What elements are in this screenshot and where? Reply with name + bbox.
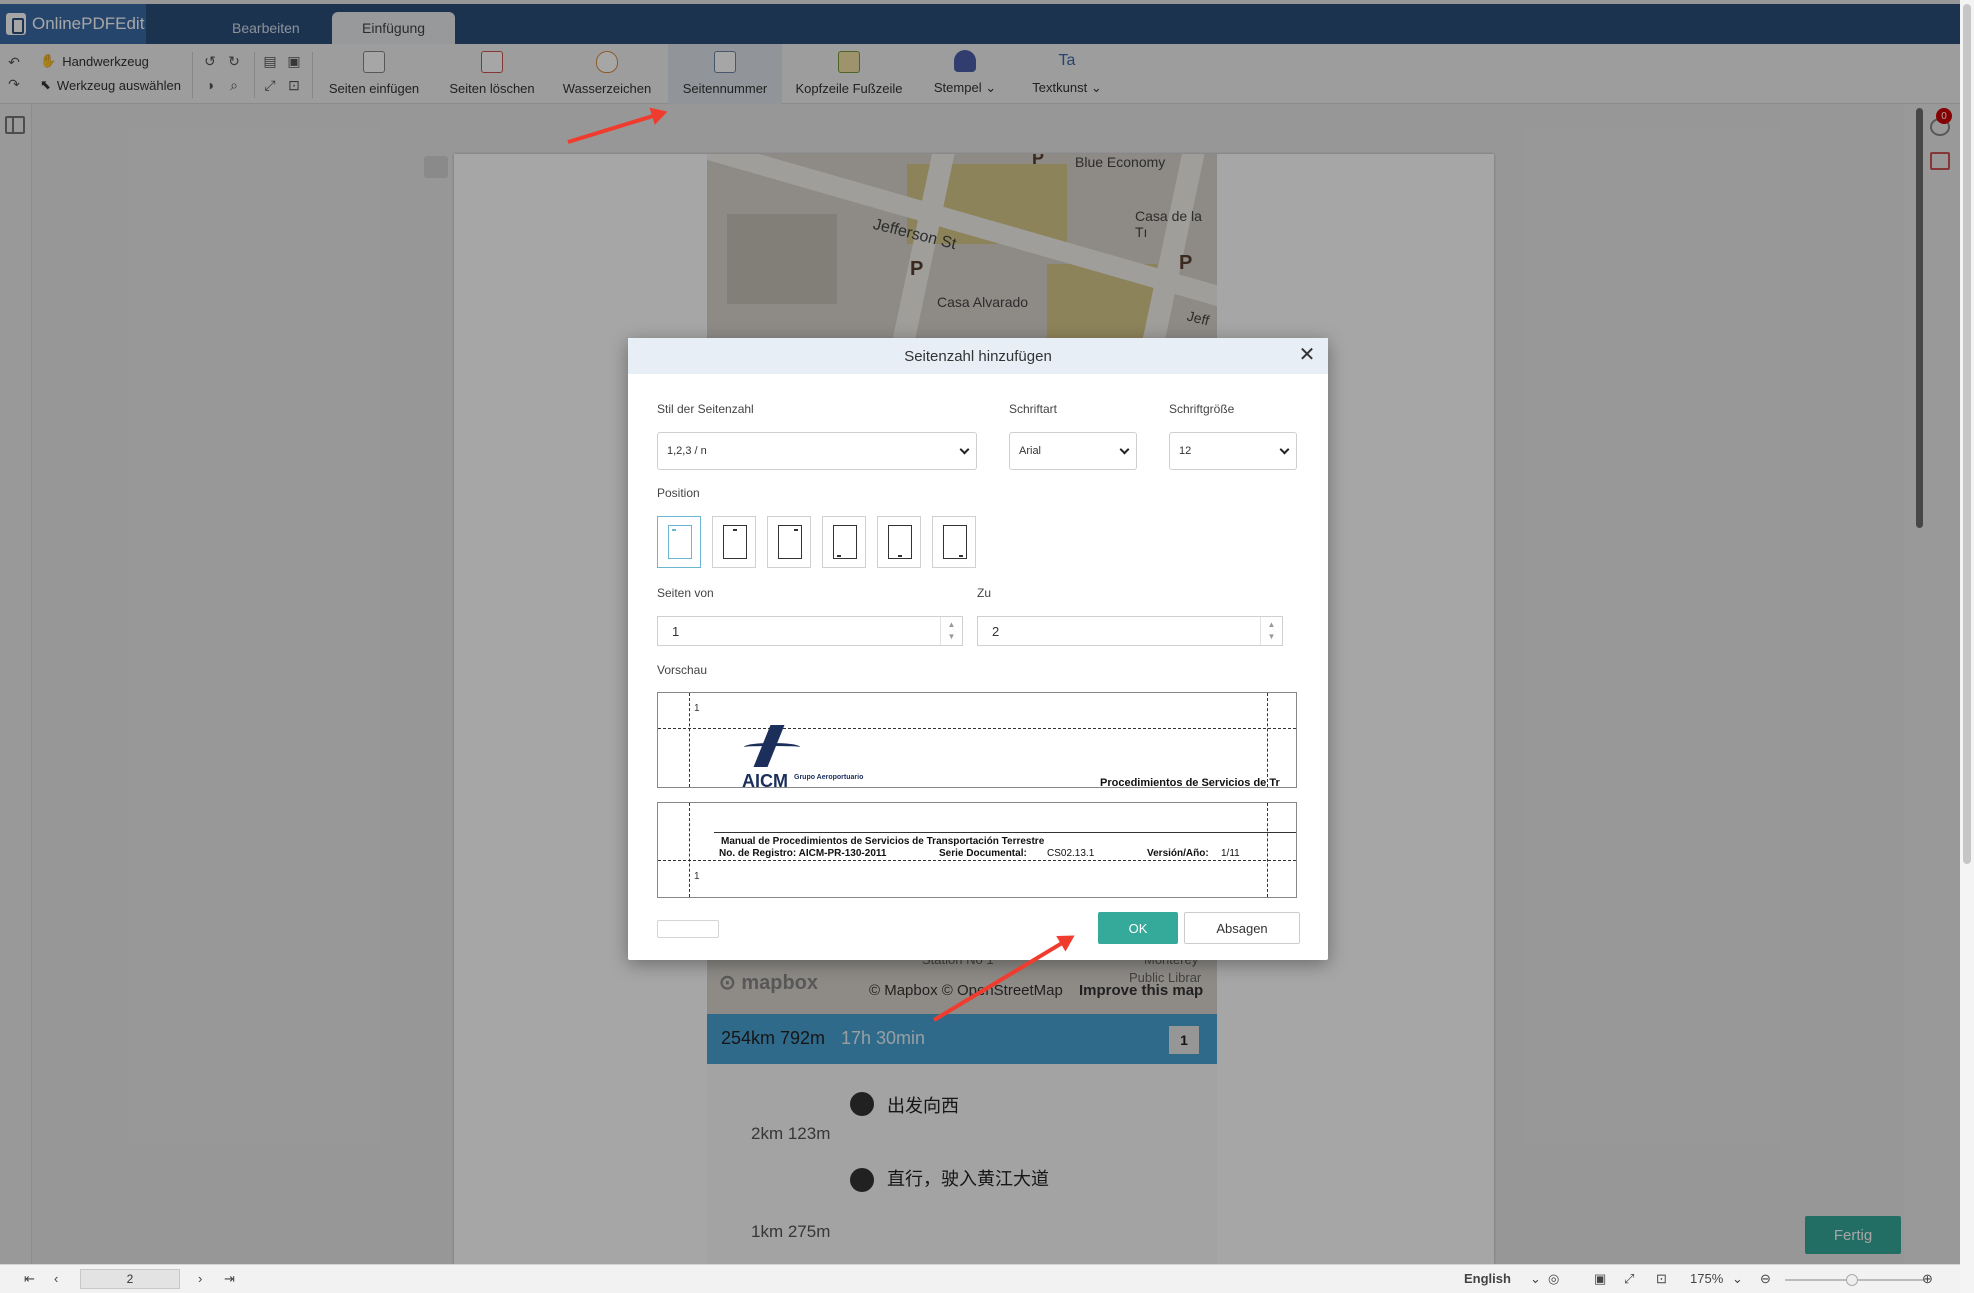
- cancel-button[interactable]: Absagen: [1184, 912, 1300, 944]
- style-value: 1,2,3 / n: [667, 445, 707, 457]
- style-select[interactable]: 1,2,3 / n: [657, 432, 977, 470]
- size-value: 12: [1179, 445, 1192, 457]
- pages-to-input[interactable]: 2 ▲ ▼: [977, 616, 1283, 646]
- window-scrollbar[interactable]: [1960, 0, 1974, 1293]
- status-bar: ⇤ ‹ 2 › ⇥ English ⌄ ◎ ▣ ⤢ ⊡ 175% ⌄ ⊖ ⊕: [0, 1264, 1960, 1293]
- size-select[interactable]: 12: [1169, 432, 1297, 470]
- preview-brand: AICM: [742, 771, 788, 788]
- zoom-out-icon[interactable]: ⊖: [1760, 1271, 1771, 1287]
- prev-page-icon[interactable]: ‹: [54, 1271, 58, 1286]
- ok-button[interactable]: OK: [1098, 912, 1178, 944]
- preview-footer-registro: No. de Registro: AICM-PR-130-2011: [719, 848, 887, 859]
- zoom-slider-thumb[interactable]: [1846, 1274, 1858, 1286]
- font-value: Arial: [1019, 445, 1042, 457]
- pages-from-input[interactable]: 1 ▲ ▼: [657, 616, 963, 646]
- position-bottom-right[interactable]: [932, 516, 976, 568]
- fit-width-icon[interactable]: ⤢: [1624, 1271, 1634, 1287]
- position-top-right[interactable]: [767, 516, 811, 568]
- pages-from-stepper[interactable]: ▲ ▼: [940, 617, 962, 645]
- font-select[interactable]: Arial: [1009, 432, 1137, 470]
- font-label: Schriftart: [1009, 402, 1058, 416]
- pages-from-label: Seiten von: [657, 586, 714, 600]
- size-label: Schriftgröße: [1169, 402, 1235, 416]
- preview-footer-line1: Manual de Procedimientos de Servicios de…: [721, 836, 1045, 847]
- page-input[interactable]: 2: [80, 1269, 180, 1289]
- actual-size-icon[interactable]: ▣: [1594, 1271, 1606, 1287]
- zoom-select[interactable]: 175%: [1690, 1271, 1723, 1286]
- preview-footer-version: Versión/Año:: [1147, 848, 1209, 859]
- preview-heading: Procedimientos de Servicios de Tr: [1100, 777, 1280, 788]
- preview-footer-serie: Serie Documental:: [939, 848, 1027, 859]
- preview-page-number: 1: [694, 871, 700, 882]
- next-page-icon[interactable]: ›: [198, 1271, 202, 1286]
- position-bottom-center[interactable]: [877, 516, 921, 568]
- language-select[interactable]: English: [1464, 1271, 1511, 1286]
- position-label: Position: [657, 486, 700, 500]
- chevron-down-icon: [959, 444, 970, 455]
- pages-to-value: 2: [992, 623, 1000, 639]
- chevron-down-icon: [1119, 444, 1130, 455]
- preview-top: 1 AICM Grupo Aeroportuario Procedimiento…: [657, 692, 1297, 788]
- dialog-title: Seitenzahl hinzufügen: [904, 347, 1052, 365]
- fit-page-icon[interactable]: ⊡: [1656, 1271, 1667, 1287]
- aicm-logo: [744, 725, 800, 769]
- style-label: Stil der Seitenzahl: [657, 402, 754, 416]
- globe-icon[interactable]: ◎: [1548, 1271, 1559, 1287]
- last-page-icon[interactable]: ⇥: [224, 1271, 235, 1287]
- position-bottom-left[interactable]: [822, 516, 866, 568]
- chevron-down-icon: [1279, 444, 1290, 455]
- pages-from-value: 1: [672, 623, 680, 639]
- close-icon[interactable]: ✕: [1296, 344, 1318, 366]
- first-page-icon[interactable]: ⇤: [24, 1271, 35, 1287]
- chevron-down-icon[interactable]: ⌄: [1530, 1271, 1541, 1287]
- zoom-in-icon[interactable]: ⊕: [1922, 1271, 1933, 1287]
- to-label: Zu: [977, 586, 992, 600]
- preview-brand-sub: Grupo Aeroportuario: [794, 774, 864, 781]
- pages-to-stepper[interactable]: ▲ ▼: [1260, 617, 1282, 645]
- preview-label: Vorschau: [657, 663, 708, 677]
- dialog-header: Seitenzahl hinzufügen ✕: [628, 338, 1328, 374]
- preview-page-number: 1: [694, 703, 700, 714]
- chevron-down-icon[interactable]: ⌄: [1732, 1271, 1743, 1287]
- window-scroll-thumb[interactable]: [1963, 4, 1971, 864]
- preview-footer-serie-value: CS02.13.1: [1047, 848, 1095, 859]
- preview-bottom: Manual de Procedimientos de Servicios de…: [657, 802, 1297, 898]
- page-number-dialog: Seitenzahl hinzufügen ✕ Stil der Seitenz…: [628, 338, 1328, 960]
- preview-footer-version-value: 1/11: [1221, 848, 1240, 859]
- color-swatch[interactable]: [657, 920, 719, 938]
- position-top-center[interactable]: [712, 516, 756, 568]
- position-top-left[interactable]: [657, 516, 701, 568]
